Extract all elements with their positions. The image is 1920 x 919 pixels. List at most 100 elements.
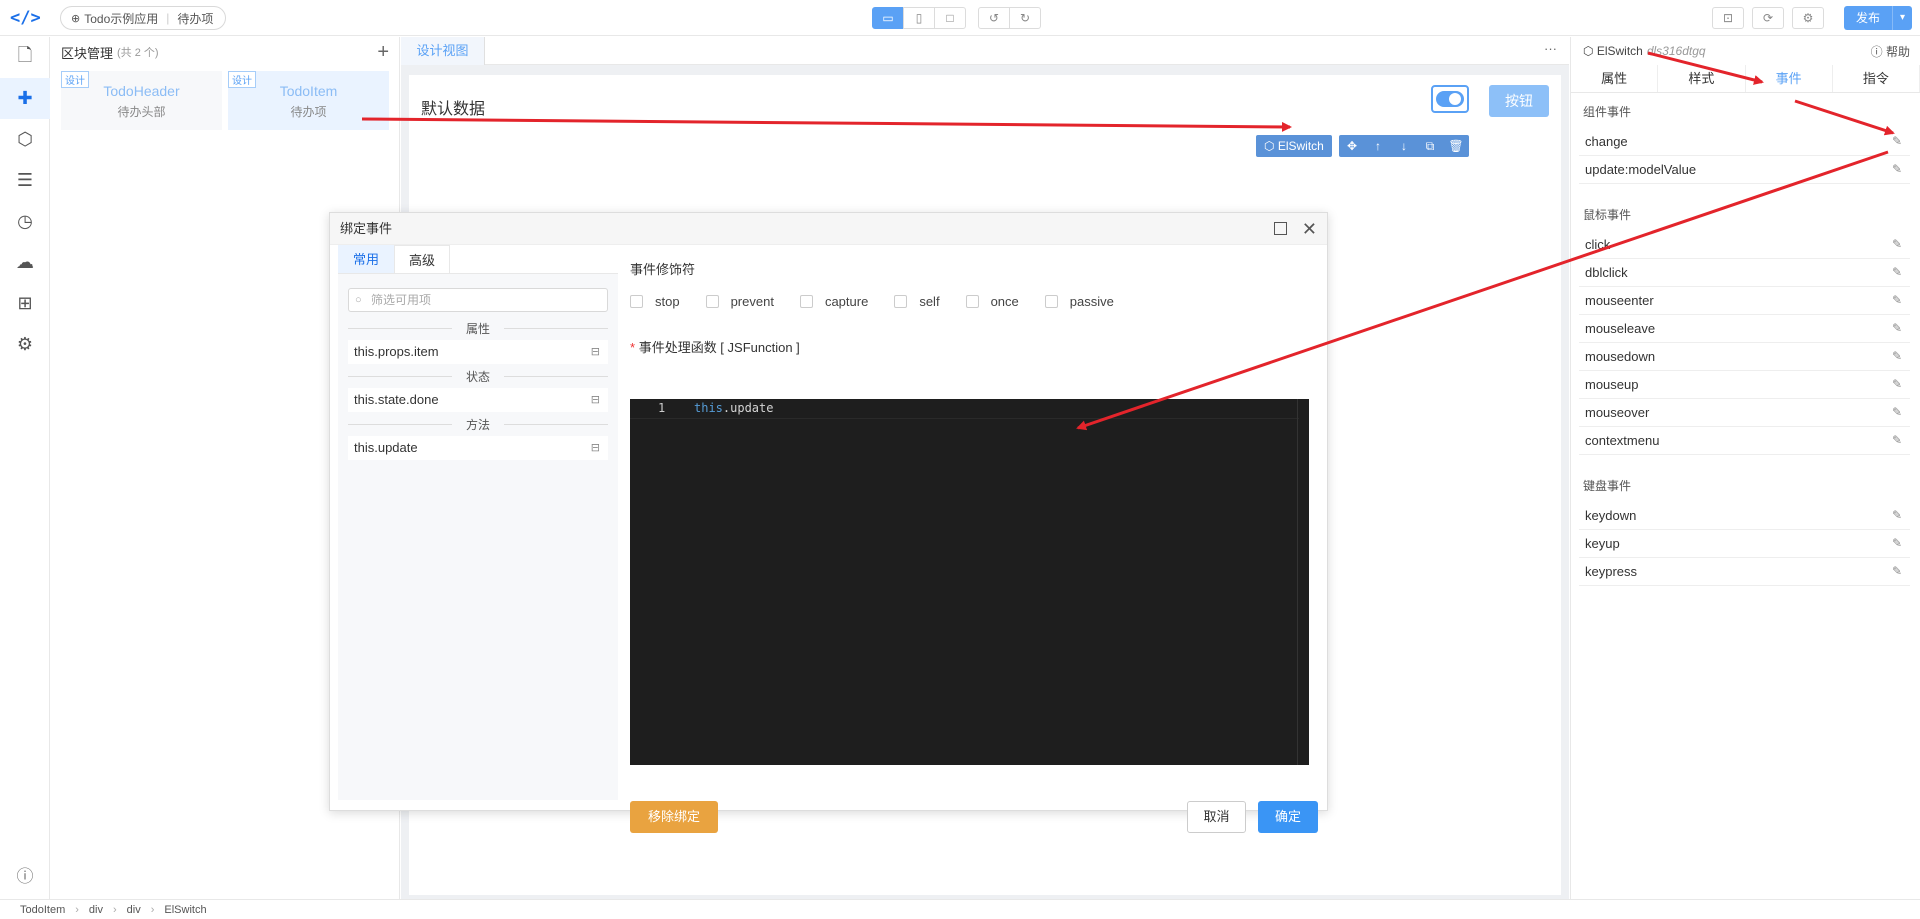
publish-label[interactable]: 发布 [1844, 6, 1893, 30]
edit-icon[interactable]: ✎ [1892, 564, 1902, 578]
modifier-checkbox[interactable]: self [894, 294, 940, 309]
checkbox[interactable] [799, 295, 813, 308]
tab-advanced[interactable]: 高级 [394, 245, 450, 273]
insert-icon[interactable]: ⊟ [591, 340, 600, 364]
event-row[interactable]: mouseover ✎ [1579, 399, 1910, 427]
blocks-icon[interactable]: ✚ [0, 78, 50, 119]
api-cloud-icon[interactable]: ☁ [0, 242, 50, 283]
delete-icon[interactable]: 🗑 [1443, 135, 1469, 157]
event-row[interactable]: mousedown ✎ [1579, 343, 1910, 371]
checkbox[interactable] [630, 295, 643, 308]
tab-props[interactable]: 属性 [1571, 65, 1659, 92]
dialog-title: 绑定事件 [340, 221, 393, 236]
edit-icon[interactable]: ✎ [1892, 508, 1902, 522]
app-logo-icon[interactable]: </> [10, 7, 41, 29]
copy-icon[interactable]: ⧉ [1417, 135, 1443, 157]
edit-icon[interactable]: ✎ [1892, 405, 1902, 419]
modifier-checkbox[interactable]: prevent [705, 294, 774, 309]
tab-events[interactable]: 事件 [1746, 65, 1833, 92]
desktop-icon[interactable]: ▭ [872, 7, 904, 29]
publish-button[interactable]: 发布 ▾ [1844, 6, 1913, 30]
checkbox[interactable] [705, 295, 719, 308]
block-card-todoitem[interactable]: 设计 TodoItem 待办项 [228, 71, 389, 130]
breadcrumb-item[interactable]: TodoItem [20, 904, 65, 916]
tab-common[interactable]: 常用 [338, 245, 394, 273]
editor-scrollbar[interactable] [1297, 399, 1309, 765]
edit-icon[interactable]: ✎ [1892, 265, 1902, 279]
edit-icon[interactable]: ✎ [1892, 134, 1902, 148]
event-row[interactable]: mouseup ✎ [1579, 371, 1910, 399]
redo-icon[interactable]: ↻ [1009, 7, 1041, 29]
event-row[interactable]: contextmenu ✎ [1579, 427, 1910, 455]
remove-binding-button[interactable]: 移除绑定 [630, 801, 718, 833]
arrow-up-icon[interactable]: ↑ [1365, 135, 1391, 157]
checkbox[interactable] [965, 295, 979, 308]
settings-icon[interactable]: ⚙ [1792, 7, 1824, 29]
screenshot-icon[interactable]: ⊡ [1712, 7, 1744, 29]
refresh-icon[interactable]: ⟳ [1752, 7, 1784, 29]
modifier-checkbox[interactable]: stop [630, 294, 680, 309]
more-icon[interactable]: ··· [1544, 41, 1557, 56]
breadcrumb-item[interactable]: ElSwitch [164, 904, 206, 916]
event-row[interactable]: mouseenter ✎ [1579, 287, 1910, 315]
block-card-todoheader[interactable]: 设计 TodoHeader 待办头部 [61, 71, 222, 130]
edit-icon[interactable]: ✎ [1892, 377, 1902, 391]
picker-item[interactable]: this.update ⊟ [348, 436, 608, 460]
chevron-down-icon[interactable]: ▾ [1892, 6, 1913, 30]
add-block-icon[interactable]: + [377, 41, 389, 64]
insert-icon[interactable]: ⊟ [591, 436, 600, 460]
checkbox[interactable] [894, 295, 908, 308]
tab-directives[interactable]: 指令 [1833, 65, 1920, 92]
pages-icon[interactable]: 🗋 [0, 37, 50, 78]
code-line[interactable]: this.update [694, 401, 773, 415]
move-icon[interactable]: ✥ [1339, 135, 1365, 157]
el-switch[interactable] [1431, 85, 1469, 113]
confirm-button[interactable]: 确定 [1258, 801, 1318, 833]
checkbox[interactable] [1044, 295, 1058, 308]
undo-icon[interactable]: ↺ [978, 7, 1010, 29]
outline-icon[interactable]: ☰ [0, 160, 50, 201]
edit-icon[interactable]: ✎ [1892, 321, 1902, 335]
code-editor[interactable]: 1 this.update [630, 399, 1309, 765]
event-row[interactable]: keyup ✎ [1579, 530, 1910, 558]
event-row[interactable]: update:modelValue ✎ [1579, 156, 1910, 184]
help-link[interactable]: ⓘ 帮助 [1871, 43, 1910, 60]
canvas-button[interactable]: 按钮 [1489, 85, 1549, 117]
info-icon[interactable]: ⓘ [0, 862, 50, 887]
event-row[interactable]: dblclick ✎ [1579, 259, 1910, 287]
mobile-icon[interactable]: ▯ [903, 7, 935, 29]
breadcrumb-item[interactable]: div [89, 904, 103, 916]
event-row[interactable]: keypress ✎ [1579, 558, 1910, 586]
edit-icon[interactable]: ✎ [1892, 162, 1902, 176]
gear-icon[interactable]: ⚙ [0, 324, 50, 365]
picker-item[interactable]: this.state.done ⊟ [348, 388, 608, 412]
filter-input[interactable]: ○ 筛选可用项 [348, 288, 608, 312]
tab-styles[interactable]: 样式 [1658, 65, 1746, 92]
tab-design-view[interactable]: 设计视图 [401, 37, 485, 65]
edit-icon[interactable]: ✎ [1892, 349, 1902, 363]
modifier-checkbox[interactable]: once [965, 294, 1019, 309]
app-switcher[interactable]: ⊕ Todo示例应用 | 待办项 [60, 6, 227, 30]
apps-grid-icon[interactable]: ⊞ [0, 283, 50, 324]
modifier-checkbox[interactable]: passive [1044, 294, 1114, 309]
event-row[interactable]: change ✎ [1579, 128, 1910, 156]
event-row[interactable]: keydown ✎ [1579, 502, 1910, 530]
history-icon[interactable]: ◷ [0, 201, 50, 242]
event-row[interactable]: mouseleave ✎ [1579, 315, 1910, 343]
cancel-button[interactable]: 取消 [1187, 801, 1246, 833]
edit-icon[interactable]: ✎ [1892, 293, 1902, 307]
arrow-down-icon[interactable]: ↓ [1391, 135, 1417, 157]
selected-component-tag[interactable]: ⬡ ElSwitch [1256, 135, 1332, 157]
tablet-icon[interactable]: □ [934, 7, 966, 29]
insert-icon[interactable]: ⊟ [591, 388, 600, 412]
components-icon[interactable]: ⬡ [0, 119, 50, 160]
edit-icon[interactable]: ✎ [1892, 237, 1902, 251]
close-icon[interactable]: ✕ [1302, 213, 1317, 245]
edit-icon[interactable]: ✎ [1892, 433, 1902, 447]
breadcrumb-item[interactable]: div [127, 904, 141, 916]
picker-item[interactable]: this.props.item ⊟ [348, 340, 608, 364]
maximize-icon[interactable] [1274, 222, 1287, 235]
modifier-checkbox[interactable]: capture [799, 294, 868, 309]
event-row[interactable]: click ✎ [1579, 231, 1910, 259]
edit-icon[interactable]: ✎ [1892, 536, 1902, 550]
